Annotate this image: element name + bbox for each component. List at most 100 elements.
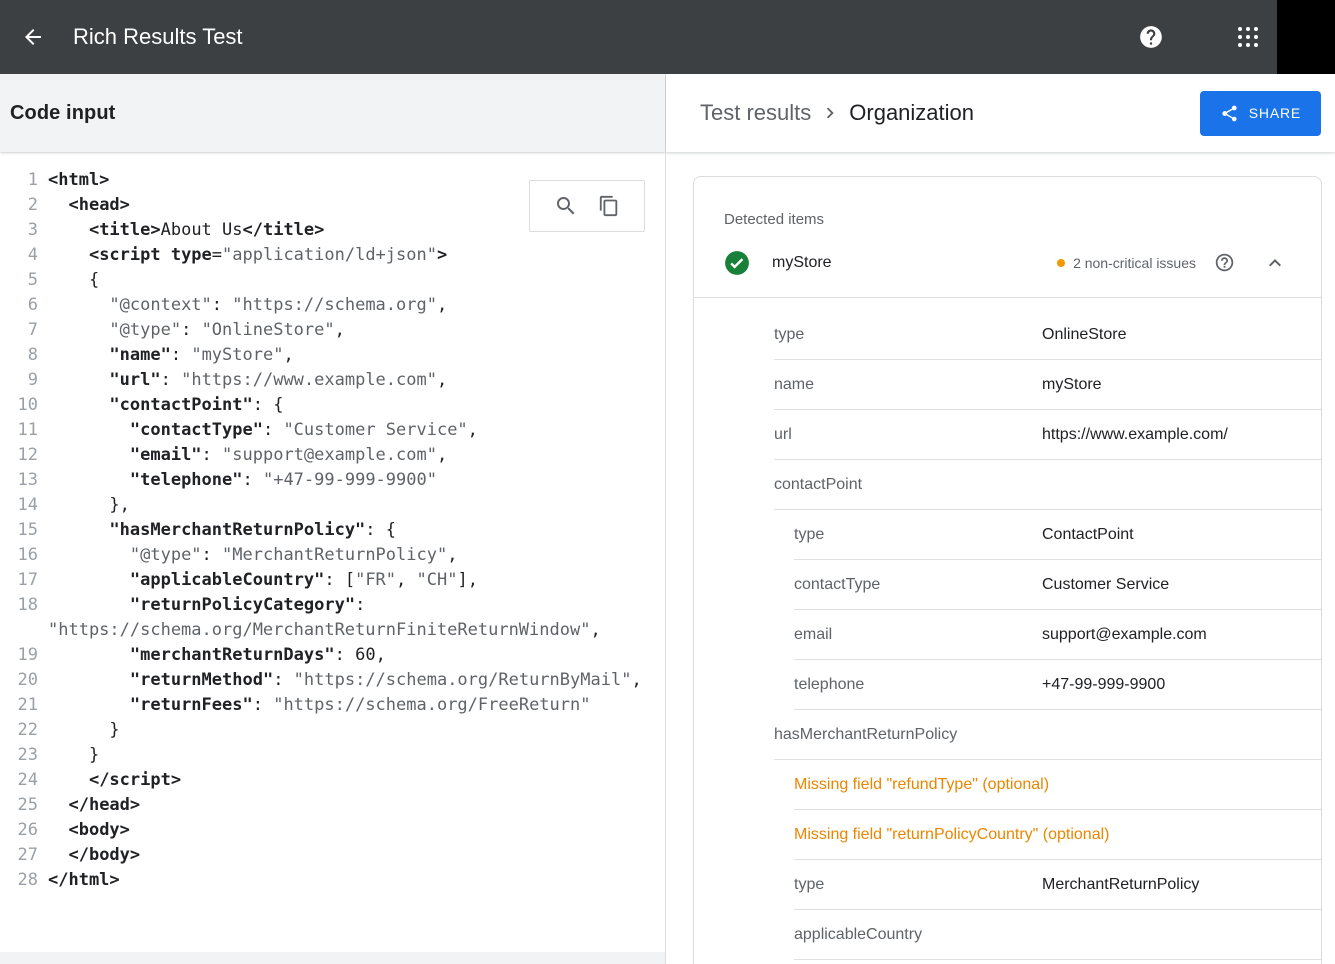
code-line: 19 "merchantReturnDays": 60, <box>0 643 665 668</box>
property-value: support@example.com <box>1042 626 1207 644</box>
code-line: 4 <script type="application/ld+json"> <box>0 243 665 268</box>
line-number: 4 <box>0 243 38 268</box>
property-key: name <box>774 376 1042 394</box>
code-line-text: "hasMerchantReturnPolicy": { <box>38 518 396 543</box>
property-row: contactTypeCustomer Service <box>794 560 1321 610</box>
property-row: typeContactPoint <box>794 510 1321 560</box>
help-button[interactable] <box>1138 24 1164 50</box>
code-line-text: </body> <box>38 843 140 868</box>
code-line-text: <html> <box>38 168 109 193</box>
code-line-text: } <box>38 718 120 743</box>
code-line-text: </head> <box>38 793 140 818</box>
code-line: 25 </head> <box>0 793 665 818</box>
code-line: 26 <body> <box>0 818 665 843</box>
detected-item-header[interactable]: myStore 2 non-critical issues <box>694 228 1321 298</box>
code-hscrollbar[interactable] <box>0 952 665 964</box>
copy-icon <box>598 195 620 217</box>
results-body: Detected items myStore 2 non-critical is… <box>666 152 1335 964</box>
property-key: url <box>774 426 1042 444</box>
code-line: 15 "hasMerchantReturnPolicy": { <box>0 518 665 543</box>
share-button[interactable]: SHARE <box>1200 91 1321 136</box>
code-line-text: "telephone": "+47-99-999-9900" <box>38 468 437 493</box>
property-key: email <box>794 626 1042 644</box>
code-line-text: "email": "support@example.com", <box>38 443 447 468</box>
line-number: 13 <box>0 468 38 493</box>
line-number: 5 <box>0 268 38 293</box>
warning-text: Missing field "returnPolicyCountry" (opt… <box>794 826 1109 844</box>
warning-text: Missing field "refundType" (optional) <box>794 776 1049 794</box>
group-row: applicableCountry <box>794 910 1321 960</box>
line-number: 15 <box>0 518 38 543</box>
property-value: OnlineStore <box>1042 326 1127 344</box>
line-number: 7 <box>0 318 38 343</box>
code-line-text: "returnFees": "https://schema.org/FreeRe… <box>38 693 590 718</box>
code-line: 9 "url": "https://www.example.com", <box>0 368 665 393</box>
line-number: 20 <box>0 668 38 693</box>
line-number: 6 <box>0 293 38 318</box>
property-value: myStore <box>1042 376 1102 394</box>
results-panel: Test results Organization SHARE Detected… <box>666 74 1335 964</box>
code-line-text: "@context": "https://schema.org", <box>38 293 447 318</box>
code-line-text: "@type": "MerchantReturnPolicy", <box>38 543 457 568</box>
code-editor[interactable]: 1<html>2 <head>3 <title>About Us</title>… <box>0 152 665 952</box>
result-rows: typeOnlineStorenamemyStoreurlhttps://www… <box>694 298 1321 960</box>
property-key: type <box>794 876 1042 894</box>
item-status: 2 non-critical issues <box>1057 251 1287 275</box>
copy-code-button[interactable] <box>598 195 620 217</box>
check-circle-icon <box>724 250 750 276</box>
line-number: 2 <box>0 193 38 218</box>
search-code-button[interactable] <box>554 194 578 218</box>
back-arrow-icon <box>21 25 45 49</box>
line-number: 1 <box>0 168 38 193</box>
issues-help-button[interactable] <box>1214 252 1235 273</box>
code-line: "https://schema.org/MerchantReturnFinite… <box>0 618 665 643</box>
collapse-item-button[interactable] <box>1263 251 1287 275</box>
property-key: telephone <box>794 676 1042 694</box>
code-line-text: <script type="application/ld+json"> <box>38 243 447 268</box>
rich-results-test-app: Rich Results Test <box>0 0 1335 964</box>
detected-items-label: Detected items <box>724 211 1291 228</box>
line-number: 11 <box>0 418 38 443</box>
code-input-title: Code input <box>10 102 115 125</box>
property-key: type <box>794 526 1042 544</box>
topbar-actions <box>1138 0 1335 74</box>
results-header: Test results Organization SHARE <box>666 74 1335 152</box>
share-button-label: SHARE <box>1249 105 1301 121</box>
line-number <box>0 618 38 643</box>
code-line: 16 "@type": "MerchantReturnPolicy", <box>0 543 665 568</box>
property-value: ContactPoint <box>1042 526 1134 544</box>
breadcrumb-test-results[interactable]: Test results <box>700 100 811 126</box>
code-line: 14 }, <box>0 493 665 518</box>
apps-grid-button[interactable] <box>1236 25 1260 49</box>
code-line-text: "returnMethod": "https://schema.org/Retu… <box>38 668 642 693</box>
code-line: 20 "returnMethod": "https://schema.org/R… <box>0 668 665 693</box>
back-button[interactable] <box>13 17 53 57</box>
code-input-panel: Code input 1<html>2 <head>3 <title>About… <box>0 74 666 964</box>
property-key: contactPoint <box>774 476 1042 494</box>
profile-avatar[interactable] <box>1277 0 1335 74</box>
line-number: 25 <box>0 793 38 818</box>
line-number: 8 <box>0 343 38 368</box>
property-value: Customer Service <box>1042 576 1169 594</box>
property-row: telephone+47-99-999-9900 <box>794 660 1321 710</box>
code-line: 5 { <box>0 268 665 293</box>
code-line: 7 "@type": "OnlineStore", <box>0 318 665 343</box>
property-key: type <box>774 326 1042 344</box>
property-row: typeOnlineStore <box>774 310 1321 360</box>
code-line-text: "url": "https://www.example.com", <box>38 368 447 393</box>
topbar: Rich Results Test <box>0 0 1335 74</box>
warning-row: Missing field "refundType" (optional) <box>794 760 1321 810</box>
code-line: 13 "telephone": "+47-99-999-9900" <box>0 468 665 493</box>
property-row: namemyStore <box>774 360 1321 410</box>
code-line-text: "merchantReturnDays": 60, <box>38 643 386 668</box>
help-icon <box>1138 24 1164 50</box>
share-icon <box>1220 104 1239 123</box>
code-line-text: } <box>38 743 99 768</box>
property-row: typeMerchantReturnPolicy <box>794 860 1321 910</box>
code-line-text: "returnPolicyCategory": <box>38 593 365 618</box>
app-title: Rich Results Test <box>73 24 243 50</box>
code-line-text: "contactPoint": { <box>38 393 283 418</box>
search-icon <box>554 194 578 218</box>
code-line: 18 "returnPolicyCategory": <box>0 593 665 618</box>
property-value: MerchantReturnPolicy <box>1042 876 1199 894</box>
